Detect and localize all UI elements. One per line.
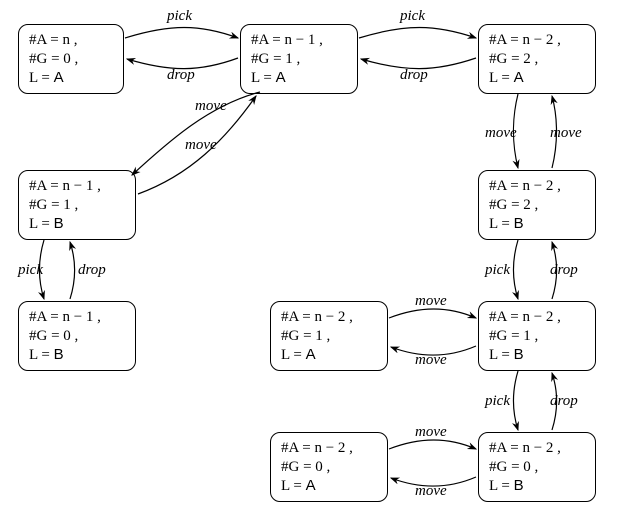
edge-label: pick <box>400 8 425 25</box>
node-line-l: L = A <box>251 69 347 88</box>
state-node-s6: #A = n − 2 , #G = 2 , L = B <box>478 170 596 240</box>
state-node-s4: #A = n − 1 , #G = 1 , L = B <box>18 170 136 240</box>
node-line-l: L = A <box>489 69 585 88</box>
state-node-s7: #A = n − 2 , #G = 1 , L = A <box>270 301 388 371</box>
node-line-g: #G = 1 , <box>281 327 377 346</box>
edge-label: pick <box>167 8 192 25</box>
state-node-s1: #A = n , #G = 0 , L = A <box>18 24 124 94</box>
node-line-g: #G = 2 , <box>489 50 585 69</box>
state-node-s5: #A = n − 1 , #G = 0 , L = B <box>18 301 136 371</box>
edge-label: pick <box>485 393 510 410</box>
node-line-l: L = A <box>29 69 113 88</box>
node-line-g: #G = 0 , <box>29 50 113 69</box>
edge-label: move <box>485 125 517 142</box>
edge-label: drop <box>400 67 428 84</box>
edge-label: move <box>185 137 217 154</box>
node-line-l: L = B <box>29 215 125 234</box>
node-line-a: #A = n , <box>29 31 113 50</box>
node-line-g: #G = 1 , <box>29 196 125 215</box>
node-line-a: #A = n − 2 , <box>281 308 377 327</box>
state-node-s2: #A = n − 1 , #G = 1 , L = A <box>240 24 358 94</box>
node-line-a: #A = n − 2 , <box>489 177 585 196</box>
edge-label: move <box>550 125 582 142</box>
edge-label: pick <box>485 262 510 279</box>
node-line-l: L = B <box>29 346 125 365</box>
edge-label: drop <box>167 67 195 84</box>
state-node-s8: #A = n − 2 , #G = 1 , L = B <box>478 301 596 371</box>
node-line-l: L = B <box>489 346 585 365</box>
node-line-g: #G = 2 , <box>489 196 585 215</box>
node-line-a: #A = n − 1 , <box>29 177 125 196</box>
node-line-g: #G = 0 , <box>281 458 377 477</box>
node-line-a: #A = n − 2 , <box>489 308 585 327</box>
node-line-a: #A = n − 2 , <box>489 31 585 50</box>
edge-label: move <box>415 483 447 500</box>
node-line-g: #G = 0 , <box>29 327 125 346</box>
state-node-s9: #A = n − 2 , #G = 0 , L = A <box>270 432 388 502</box>
edge-label: move <box>415 293 447 310</box>
edge-label: move <box>415 424 447 441</box>
node-line-a: #A = n − 2 , <box>489 439 585 458</box>
edge-label: drop <box>550 262 578 279</box>
edge-label: move <box>195 98 227 115</box>
edge-label: pick <box>18 262 43 279</box>
node-line-g: #G = 0 , <box>489 458 585 477</box>
state-node-s10: #A = n − 2 , #G = 0 , L = B <box>478 432 596 502</box>
node-line-l: L = A <box>281 477 377 496</box>
node-line-l: L = B <box>489 477 585 496</box>
state-node-s3: #A = n − 2 , #G = 2 , L = A <box>478 24 596 94</box>
node-line-g: #G = 1 , <box>251 50 347 69</box>
edge-label: drop <box>78 262 106 279</box>
node-line-a: #A = n − 2 , <box>281 439 377 458</box>
node-line-a: #A = n − 1 , <box>251 31 347 50</box>
edge-label: drop <box>550 393 578 410</box>
node-line-l: L = B <box>489 215 585 234</box>
node-line-a: #A = n − 1 , <box>29 308 125 327</box>
node-line-g: #G = 1 , <box>489 327 585 346</box>
node-line-l: L = A <box>281 346 377 365</box>
edge-label: move <box>415 352 447 369</box>
